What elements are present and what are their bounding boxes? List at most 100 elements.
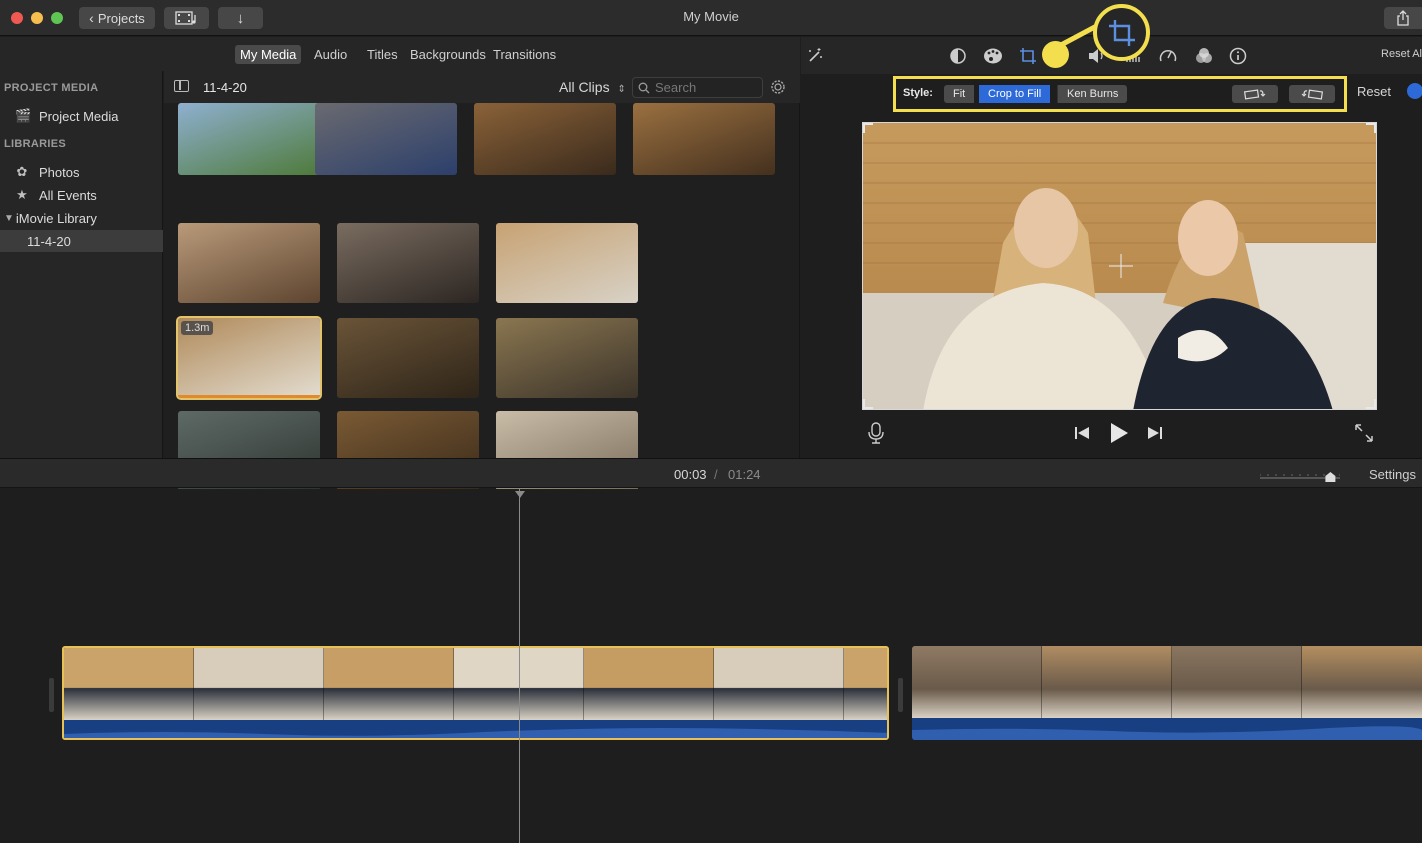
playhead[interactable] bbox=[519, 489, 520, 843]
media-thumbnail-shelf-decor-2[interactable] bbox=[633, 103, 775, 175]
clip-duration-badge: 1.3m bbox=[181, 321, 214, 335]
apply-checkmark-icon[interactable] bbox=[1407, 83, 1422, 99]
video-preview[interactable] bbox=[862, 122, 1377, 410]
used-clip-indicator bbox=[178, 395, 320, 398]
timeline-settings-button[interactable]: Settings bbox=[1369, 467, 1416, 482]
timeline-clip-selected[interactable] bbox=[62, 646, 889, 740]
playhead-marker[interactable] bbox=[515, 491, 525, 498]
clip-frame bbox=[912, 646, 1042, 718]
clips-filter-select[interactable]: All Clips ⇕ bbox=[559, 79, 626, 95]
ken-burns-button[interactable]: Ken Burns bbox=[1057, 85, 1128, 103]
clip-frame bbox=[584, 648, 714, 720]
skip-back-icon[interactable] bbox=[1073, 425, 1091, 441]
sidebar-item-project-media[interactable]: 🎬 Project Media bbox=[0, 105, 163, 127]
media-thumbnail-desk-hand[interactable] bbox=[496, 318, 638, 398]
sidebar-item-label: All Events bbox=[39, 187, 97, 203]
magic-wand-icon[interactable] bbox=[805, 46, 825, 66]
sidebar-item-event[interactable]: 11-4-20 bbox=[0, 230, 163, 252]
crop-style-controls: Style: Fit Crop to Fill Ken Burns bbox=[893, 76, 1347, 112]
style-label: Style: bbox=[903, 87, 933, 99]
fit-button[interactable]: Fit bbox=[944, 85, 975, 103]
microphone-icon[interactable] bbox=[867, 422, 885, 444]
rotate-counterclockwise-button[interactable] bbox=[1232, 85, 1278, 103]
tab-transitions[interactable]: Transitions bbox=[488, 45, 561, 64]
play-icon[interactable] bbox=[1108, 421, 1130, 445]
crop-handle-top-left[interactable] bbox=[863, 123, 873, 133]
project-media-header: PROJECT MEDIA bbox=[4, 82, 99, 94]
star-box-icon: ★ bbox=[16, 187, 28, 202]
sidebar-item-label: iMovie Library bbox=[15, 210, 97, 226]
crop-icon bbox=[1108, 19, 1135, 46]
clips-filter-value: All Clips bbox=[559, 79, 610, 95]
up-down-chevron-icon: ⇕ bbox=[617, 84, 626, 95]
photos-flower-icon: ✿ bbox=[16, 164, 28, 179]
viewer: Reset Al Style: Fit Crop to Fill Ken Bur… bbox=[801, 37, 1422, 458]
media-thumbnail-shelf-decor-1[interactable] bbox=[474, 103, 616, 175]
media-thumbnail-girls-folding[interactable]: 1.3m bbox=[176, 316, 322, 400]
media-browser-tabs: My Media Audio Titles Backgrounds Transi… bbox=[0, 37, 800, 71]
sidebar-toggle-icon[interactable] bbox=[174, 80, 189, 92]
callout-dot bbox=[1042, 41, 1069, 68]
clip-frame bbox=[1042, 646, 1172, 718]
search-icon bbox=[638, 82, 650, 93]
clip-trim-handle-right[interactable] bbox=[898, 678, 903, 712]
media-thumbnail-heart-wall[interactable] bbox=[178, 223, 320, 303]
skip-forward-icon[interactable] bbox=[1146, 425, 1164, 441]
libraries-header: LIBRARIES bbox=[4, 138, 66, 150]
total-duration: 01:24 bbox=[728, 467, 761, 482]
clip-filmstrip bbox=[64, 648, 887, 720]
media-thumbnail-lmu-sign[interactable] bbox=[178, 103, 320, 175]
tab-audio[interactable]: Audio bbox=[309, 45, 352, 64]
timeline-zoom-slider[interactable] bbox=[1260, 472, 1340, 482]
library-sidebar: PROJECT MEDIA 🎬 Project Media LIBRARIES … bbox=[0, 71, 163, 458]
sidebar-item-photos[interactable]: ✿ Photos bbox=[0, 161, 163, 183]
share-icon bbox=[1397, 10, 1409, 26]
crosshair-icon bbox=[1109, 254, 1133, 278]
media-thumbnail-closet[interactable] bbox=[337, 318, 479, 398]
crop-handle-bottom-right[interactable] bbox=[1366, 399, 1376, 409]
info-icon[interactable] bbox=[1228, 46, 1248, 66]
sidebar-item-label: Photos bbox=[39, 164, 80, 180]
disclosure-triangle-icon: ▼ bbox=[4, 212, 14, 224]
sidebar-item-label: Project Media bbox=[39, 108, 119, 124]
crop-handle-top-right[interactable] bbox=[1366, 123, 1376, 133]
clip-audio-waveform bbox=[912, 718, 1422, 740]
current-time: 00:03 bbox=[674, 467, 707, 482]
timeline-clip[interactable] bbox=[912, 646, 1422, 740]
fullscreen-icon[interactable] bbox=[1354, 423, 1374, 443]
tab-titles[interactable]: Titles bbox=[362, 45, 403, 64]
crop-reset-button[interactable]: Reset bbox=[1357, 84, 1391, 99]
reset-all-button[interactable]: Reset Al bbox=[1381, 48, 1422, 60]
clip-frame bbox=[1302, 646, 1422, 718]
color-palette-icon[interactable] bbox=[983, 46, 1003, 66]
media-thumbnail-two-girls-bed[interactable] bbox=[496, 223, 638, 303]
clip-frame bbox=[194, 648, 324, 720]
clapperboard-icon: 🎬 bbox=[15, 108, 32, 123]
timeline bbox=[0, 489, 1422, 843]
rotate-clockwise-button[interactable] bbox=[1289, 85, 1335, 103]
sidebar-item-all-events[interactable]: ★ All Events bbox=[0, 184, 163, 206]
search-field[interactable] bbox=[632, 77, 763, 98]
clip-filter-icon[interactable] bbox=[1194, 46, 1214, 66]
crop-icon[interactable] bbox=[1018, 46, 1038, 66]
crop-to-fill-button[interactable]: Crop to Fill bbox=[979, 85, 1051, 103]
tab-my-media[interactable]: My Media bbox=[235, 45, 302, 64]
timeline-header: 00:03 / 01:24 Settings bbox=[0, 458, 1422, 488]
clip-frame bbox=[324, 648, 454, 720]
tab-backgrounds[interactable]: Backgrounds bbox=[405, 45, 491, 64]
media-thumbnail-drawer[interactable] bbox=[337, 223, 479, 303]
clip-trim-handle-left[interactable] bbox=[49, 678, 54, 712]
color-balance-icon[interactable] bbox=[948, 46, 968, 66]
media-thumbnail-pennant-wall[interactable] bbox=[315, 103, 457, 175]
rotate-right-icon bbox=[1301, 89, 1323, 100]
crop-icon-callout bbox=[1093, 4, 1150, 61]
speedometer-icon[interactable] bbox=[1158, 46, 1178, 66]
sidebar-item-imovie-library[interactable]: ▼ iMovie Library bbox=[0, 207, 163, 229]
clip-frame bbox=[64, 648, 194, 720]
title-bar: ‹ Projects ↓ My Movie bbox=[0, 0, 1422, 36]
rotate-left-icon bbox=[1244, 89, 1266, 100]
gear-icon[interactable] bbox=[769, 78, 787, 96]
share-button[interactable] bbox=[1384, 7, 1422, 29]
search-input[interactable] bbox=[655, 80, 755, 95]
crop-handle-bottom-left[interactable] bbox=[863, 399, 873, 409]
